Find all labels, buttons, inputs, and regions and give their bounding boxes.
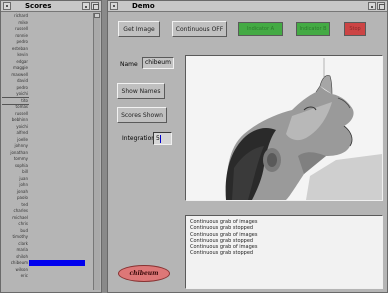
show-names-label: Show Names: [121, 87, 161, 95]
result-name-oval: chibeum: [118, 265, 170, 282]
maximize-icon[interactable]: [377, 2, 385, 10]
minimize-icon[interactable]: [368, 2, 376, 10]
window-menu-icon[interactable]: [3, 2, 11, 10]
window-menu-icon[interactable]: [110, 2, 118, 10]
show-names-button[interactable]: Show Names: [117, 83, 165, 99]
integration-input[interactable]: 5: [153, 132, 172, 145]
demo-title: Demo: [132, 2, 155, 10]
indicator-label: Indicator A: [246, 26, 275, 32]
scores-titlebar[interactable]: Scores: [1, 1, 101, 12]
status-indicator-green-2: Indicator B: [296, 22, 330, 36]
get-image-label: Get Image: [123, 25, 155, 33]
scores-title: Scores: [25, 2, 52, 10]
status-indicator-green-1: Indicator A: [238, 22, 283, 36]
scores-list: richard mike russell ronnie pedro esteban kevi…: [2, 13, 29, 292]
result-name: chibeum: [129, 270, 159, 277]
demo-window: Demo Get Image Continuous OFF Indicator …: [107, 0, 388, 293]
face-image: [186, 56, 382, 200]
get-image-button[interactable]: Get Image: [118, 21, 160, 37]
continuous-toggle-button[interactable]: Continuous OFF: [172, 21, 227, 37]
log-line: Continuous grab stopped: [190, 250, 254, 257]
maximize-icon[interactable]: [91, 2, 99, 10]
indicator-label: Stop: [349, 26, 361, 32]
scores-scrollbar[interactable]: [93, 13, 100, 290]
minimize-icon[interactable]: [82, 2, 90, 10]
log-panel: Continuous grab of images Continuous gra…: [185, 215, 383, 289]
demo-titlebar[interactable]: Demo: [108, 1, 387, 12]
name-field: chibeum: [142, 57, 174, 69]
scores-window: Scores richard mike russell ronnie pedro este…: [0, 0, 102, 293]
continuous-label: Continuous OFF: [175, 25, 224, 33]
name-value: chibeum: [145, 59, 171, 66]
score-bar-highlight: [29, 260, 85, 266]
score-list-item: eric: [20, 273, 28, 278]
scores-shown-button[interactable]: Scores Shown: [117, 107, 167, 123]
image-panel: [185, 55, 383, 201]
text-cursor: [159, 134, 161, 143]
scores-shown-label: Scores Shown: [121, 111, 163, 119]
scrollbar-thumb[interactable]: [94, 13, 100, 18]
name-label: Name: [120, 61, 138, 68]
integration-label: Integration: [122, 135, 156, 142]
status-indicator-red: Stop: [344, 22, 366, 36]
indicator-label: Indicator B: [299, 26, 327, 32]
